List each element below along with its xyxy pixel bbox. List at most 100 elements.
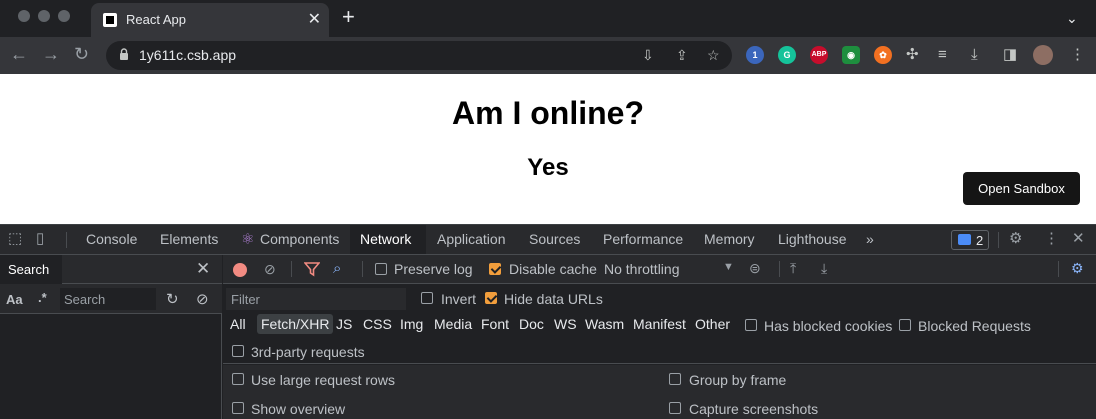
reload-icon[interactable]: ↻	[74, 44, 89, 64]
blocked-requests-checkbox[interactable]	[899, 319, 911, 331]
clear-log-icon[interactable]: ⊘	[264, 261, 276, 278]
refresh-icon[interactable]: ↻	[166, 290, 179, 308]
type-filter-font[interactable]: Font	[477, 314, 513, 334]
tab-components[interactable]: Components	[250, 225, 349, 254]
large-rows-checkbox[interactable]	[232, 373, 244, 385]
filter-input[interactable]	[226, 288, 406, 310]
address-bar[interactable]: 1y611c.csb.app ⇩ ⇪ ☆	[106, 41, 732, 70]
search-panel-tab[interactable]: Search	[0, 255, 62, 284]
disable-cache-checkbox[interactable]	[489, 263, 501, 275]
tab-performance[interactable]: Performance	[593, 225, 693, 254]
close-tab-icon[interactable]: ✕	[308, 9, 321, 29]
reading-list-icon[interactable]: ≡	[938, 46, 947, 64]
issues-badge[interactable]: 2	[951, 230, 989, 250]
filter-icon[interactable]	[304, 261, 320, 277]
squirrel-extension-icon[interactable]: ✿	[874, 46, 892, 64]
type-filter-doc[interactable]: Doc	[515, 314, 548, 334]
dropdown-arrow-icon[interactable]: ▼	[723, 261, 734, 273]
divider	[1058, 261, 1059, 277]
1password-icon[interactable]: 1	[746, 46, 764, 64]
close-devtools-icon[interactable]: ✕	[1072, 231, 1085, 247]
show-overview-checkbox[interactable]	[232, 402, 244, 414]
show-overview-label: Show overview	[251, 401, 346, 417]
back-icon[interactable]: ←	[10, 44, 28, 64]
type-filter-ws[interactable]: WS	[550, 314, 581, 334]
tab-memory[interactable]: Memory	[694, 225, 765, 254]
type-filter-wasm[interactable]: Wasm	[581, 314, 628, 334]
browser-menu-icon[interactable]: ⋮	[1070, 46, 1085, 64]
type-filter-js[interactable]: JS	[332, 314, 356, 334]
clear-icon[interactable]: ⊘	[196, 290, 209, 308]
inspect-element-icon[interactable]: ⬚	[8, 231, 22, 247]
divider	[291, 261, 292, 277]
tab-sources[interactable]: Sources	[519, 225, 590, 254]
preserve-log-label: Preserve log	[394, 261, 473, 277]
hide-data-urls-checkbox[interactable]	[485, 292, 497, 304]
close-window-button[interactable]	[18, 10, 30, 22]
page-viewport: Am I online? Yes Open Sandbox	[0, 74, 1096, 224]
browser-tab[interactable]: React App ✕	[91, 3, 329, 37]
invert-checkbox[interactable]	[421, 292, 433, 304]
close-icon[interactable]: ✕	[196, 260, 210, 278]
type-filter-manifest[interactable]: Manifest	[629, 314, 690, 334]
search-icon[interactable]: ⌕	[333, 260, 341, 277]
tab-elements[interactable]: Elements	[150, 225, 228, 254]
device-toolbar-icon[interactable]: ▯	[36, 231, 44, 247]
match-case-toggle[interactable]: Aa	[6, 292, 23, 307]
divider	[998, 232, 999, 248]
third-party-row: 3rd-party requests	[223, 338, 1096, 364]
bookmark-star-icon[interactable]: ☆	[707, 47, 720, 64]
lock-icon	[120, 48, 128, 60]
regex-toggle[interactable]: .*	[38, 290, 47, 305]
open-sandbox-button[interactable]: Open Sandbox	[963, 172, 1080, 205]
install-app-icon[interactable]: ⇩	[642, 47, 654, 64]
export-har-icon[interactable]: ⤓	[821, 260, 827, 277]
group-by-frame-checkbox[interactable]	[669, 373, 681, 385]
invert-label: Invert	[441, 291, 477, 307]
side-panel-icon[interactable]: ◨	[1003, 46, 1017, 64]
downloads-icon[interactable]: ⤓	[971, 46, 978, 64]
tab-network[interactable]: Network	[350, 225, 426, 254]
type-filter-media[interactable]: Media	[430, 314, 476, 334]
tab-console[interactable]: Console	[76, 225, 147, 254]
type-filter-other[interactable]: Other	[691, 314, 734, 334]
profile-avatar[interactable]	[1033, 45, 1053, 65]
throttling-select[interactable]: No throttling	[604, 261, 679, 277]
preserve-log-checkbox[interactable]	[375, 263, 387, 275]
has-blocked-cookies-label: Has blocked cookies	[764, 318, 893, 334]
share-icon[interactable]: ⇪	[676, 47, 688, 64]
more-options-icon[interactable]: ⋮	[1044, 231, 1059, 247]
zoom-window-button[interactable]	[58, 10, 70, 22]
tab-application[interactable]: Application	[427, 225, 516, 254]
tab-lighthouse[interactable]: Lighthouse	[768, 225, 857, 254]
capture-screenshots-checkbox[interactable]	[669, 402, 681, 414]
third-party-checkbox[interactable]	[232, 345, 244, 357]
grammarly-icon[interactable]: G	[778, 46, 796, 64]
network-conditions-icon[interactable]: ⊜	[749, 260, 761, 277]
divider	[362, 261, 363, 277]
type-filter-css[interactable]: CSS	[359, 314, 396, 334]
adblock-plus-icon[interactable]: ABP	[810, 46, 828, 64]
search-panel-header: Search ✕	[0, 255, 222, 284]
frog-extension-icon[interactable]: ◉	[842, 46, 860, 64]
new-tab-icon[interactable]: +	[342, 6, 355, 28]
gear-icon[interactable]: ⚙	[1009, 231, 1022, 247]
tab-search-chevron-icon[interactable]: ⌄	[1066, 10, 1078, 27]
favicon-icon	[103, 13, 117, 27]
search-input[interactable]	[60, 288, 156, 310]
type-filter-fetch-xhr[interactable]: Fetch/XHR	[257, 314, 334, 334]
forward-icon[interactable]: →	[42, 44, 60, 64]
search-toolbar: Aa .* ↻ ⊘	[0, 284, 222, 314]
more-tabs-icon[interactable]: »	[856, 225, 884, 254]
extensions-puzzle-icon[interactable]: ✣	[906, 46, 919, 64]
record-button[interactable]	[233, 263, 247, 277]
type-filter-all[interactable]: All	[226, 314, 250, 334]
import-har-icon[interactable]: ⤒	[790, 260, 796, 277]
has-blocked-cookies-checkbox[interactable]	[745, 319, 757, 331]
divider	[779, 261, 780, 277]
message-icon	[958, 234, 971, 245]
type-filter-img[interactable]: Img	[396, 314, 427, 334]
network-settings-icon[interactable]: ⚙	[1071, 260, 1084, 277]
network-toolbar: ⊘ ⌕ Preserve log Disable cache No thrott…	[223, 255, 1096, 284]
minimize-window-button[interactable]	[38, 10, 50, 22]
